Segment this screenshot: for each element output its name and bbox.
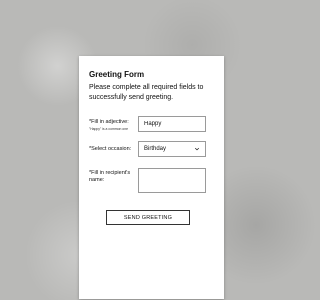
form-instructions: Please complete all required fields to s… (89, 84, 204, 101)
send-greeting-button[interactable]: SEND GREETING (106, 210, 190, 225)
occasion-label: *Select occasion: (89, 146, 132, 152)
recipient-name-input[interactable] (138, 168, 206, 193)
occasion-select[interactable]: Birthday (138, 141, 206, 157)
recipient-label: *Fill in recipient's name: (89, 170, 131, 183)
form-title: Greeting Form (89, 70, 145, 79)
adjective-hint: "Happy" is a common one (89, 127, 128, 131)
greeting-form-card: Greeting Form Please complete all requir… (79, 56, 224, 299)
occasion-selected-value: Birthday (144, 146, 167, 152)
chevron-down-icon (194, 147, 200, 151)
adjective-label: *Fill in adjective: (89, 119, 129, 125)
adjective-input[interactable] (138, 116, 206, 132)
